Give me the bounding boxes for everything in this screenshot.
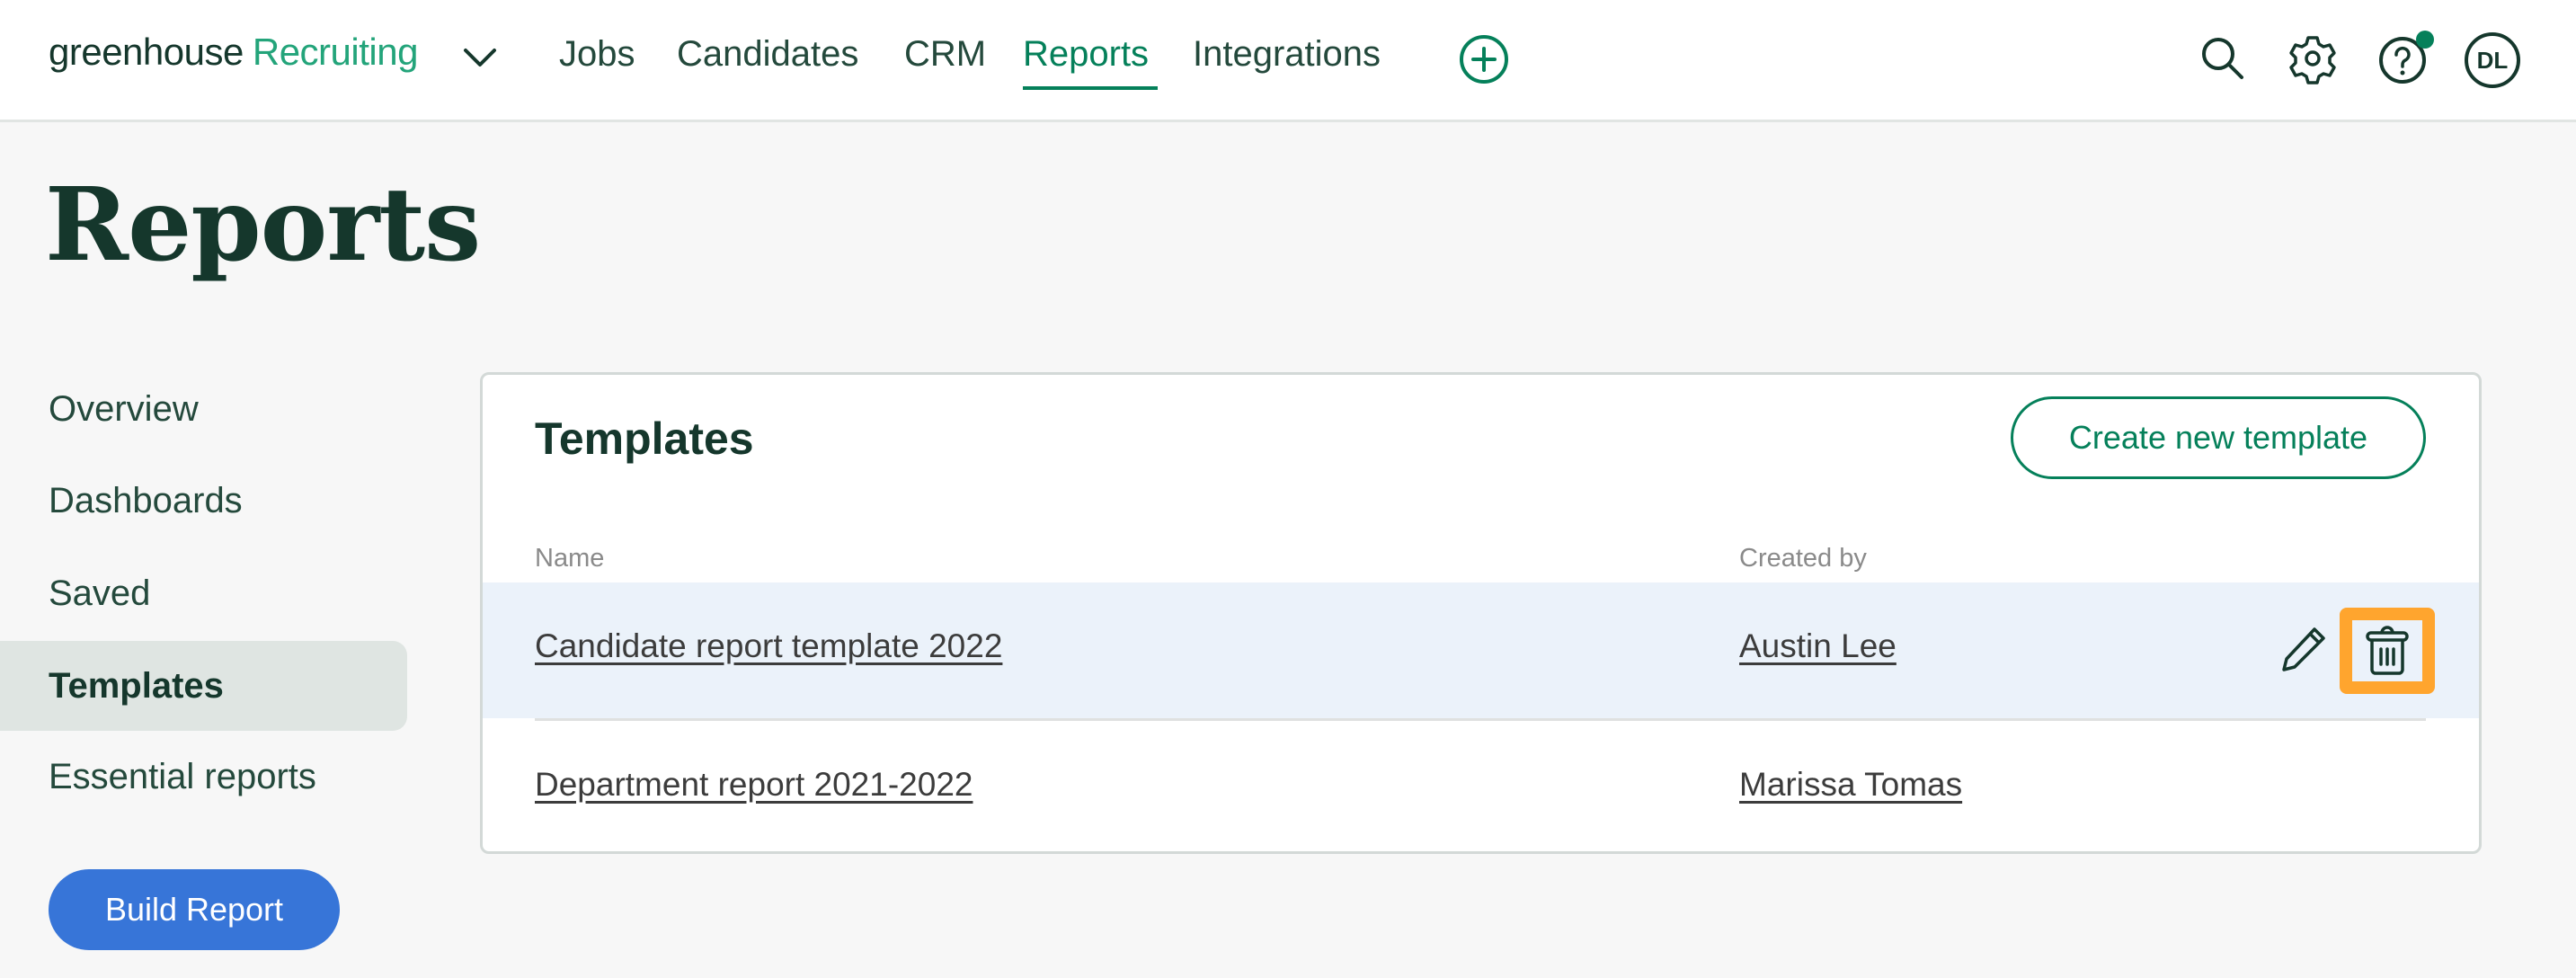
nav-integrations[interactable]: Integrations	[1193, 34, 1381, 75]
table-row[interactable]: Department report 2021-2022 Marissa Toma…	[483, 721, 2479, 851]
notification-dot	[2416, 31, 2434, 49]
create-new-template-button[interactable]: Create new template	[2011, 396, 2426, 479]
top-nav-bar: greenhouse Recruiting Jobs Candidates CR…	[0, 0, 2576, 122]
created-by-link[interactable]: Austin Lee	[1739, 627, 1896, 665]
sidebar-item-templates[interactable]: Templates	[0, 641, 407, 731]
logo-product: Recruiting	[252, 31, 419, 73]
plus-circle-icon[interactable]	[1458, 33, 1510, 85]
delete-button[interactable]	[2340, 608, 2435, 694]
gear-icon[interactable]	[2287, 32, 2339, 84]
template-name-link[interactable]: Department report 2021-2022	[535, 766, 973, 804]
sidebar-item-dashboards[interactable]: Dashboards	[0, 456, 407, 546]
trash-icon	[2366, 626, 2409, 675]
nav-jobs[interactable]: Jobs	[559, 34, 635, 75]
table-row[interactable]: Candidate report template 2022 Austin Le…	[483, 582, 2479, 718]
search-icon[interactable]	[2197, 32, 2249, 84]
nav-crm[interactable]: CRM	[904, 34, 986, 75]
column-header-created-by[interactable]: Created by	[1739, 544, 1867, 573]
sidebar-item-saved[interactable]: Saved	[0, 548, 407, 638]
nav-reports[interactable]: Reports	[1023, 34, 1149, 75]
logo-brand: greenhouse	[49, 31, 244, 73]
template-name-link[interactable]: Candidate report template 2022	[535, 627, 1002, 665]
pencil-icon[interactable]	[2277, 622, 2331, 676]
avatar[interactable]: DL	[2465, 32, 2520, 88]
nav-candidates[interactable]: Candidates	[677, 34, 858, 75]
page-title: Reports	[45, 166, 481, 284]
column-header-name[interactable]: Name	[535, 544, 604, 573]
nav-active-indicator	[1023, 86, 1158, 90]
sidebar-item-overview[interactable]: Overview	[0, 364, 407, 454]
build-report-button[interactable]: Build Report	[49, 869, 340, 950]
templates-card: Templates Create new template Name Creat…	[480, 372, 2482, 854]
greenhouse-logo[interactable]: greenhouse Recruiting	[49, 31, 418, 84]
sidebar-item-essential-reports[interactable]: Essential reports	[0, 732, 407, 822]
chevron-down-icon[interactable]	[460, 41, 500, 74]
templates-title: Templates	[535, 413, 754, 464]
created-by-link[interactable]: Marissa Tomas	[1739, 766, 1962, 804]
